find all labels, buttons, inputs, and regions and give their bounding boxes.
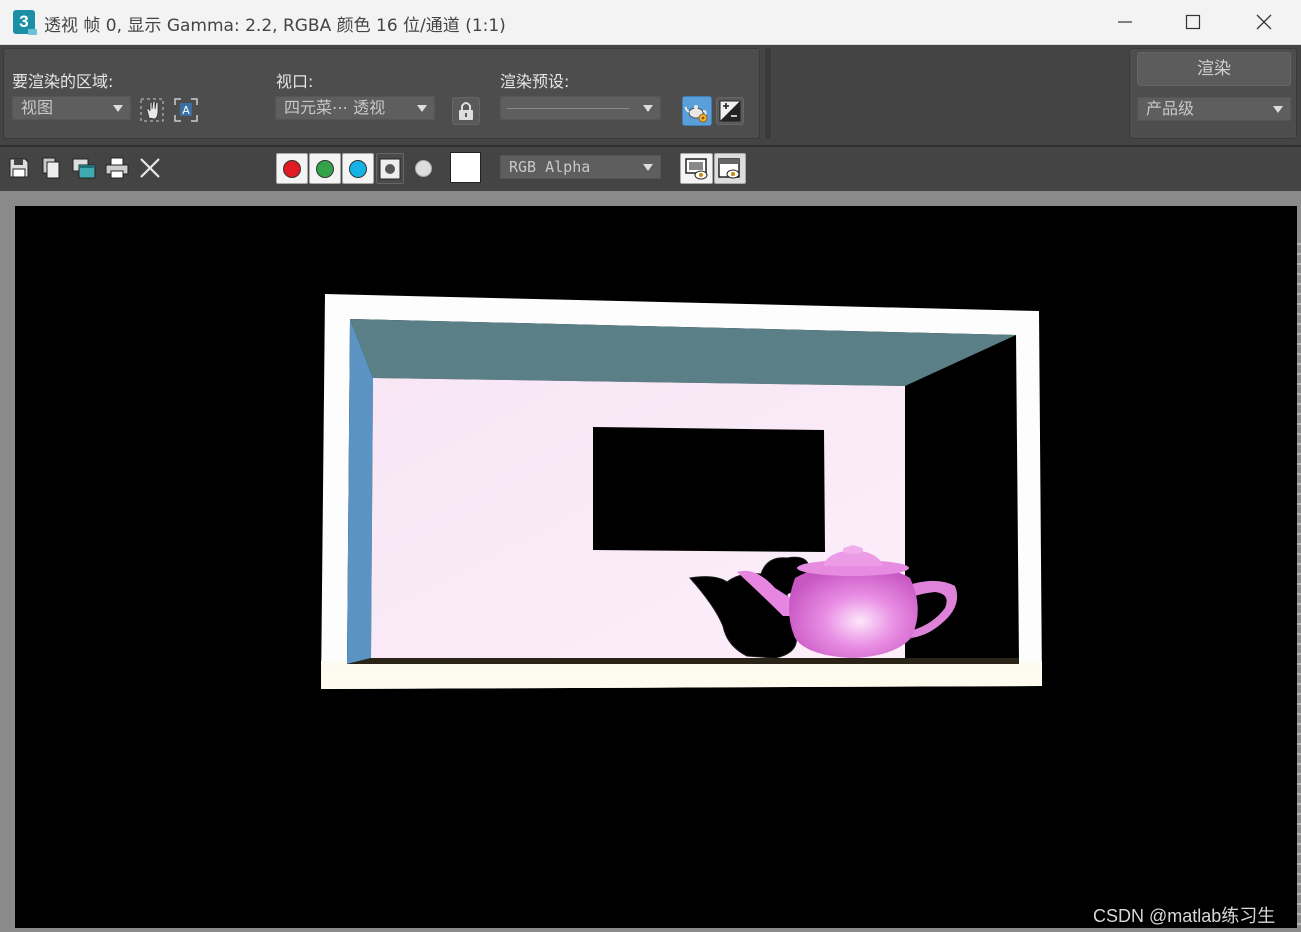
close-window-button[interactable]	[1241, 0, 1287, 44]
viewport-dropdown[interactable]: 四元菜⋯ 透视	[275, 96, 435, 120]
clear-image-button[interactable]	[136, 154, 164, 182]
auto-region-icon: A	[174, 98, 198, 122]
lock-viewport-button[interactable]	[452, 97, 480, 125]
clone-window-icon	[72, 158, 96, 179]
chevron-down-icon	[1273, 106, 1283, 113]
teapot-gear-icon	[684, 105, 708, 123]
window-edge-strip	[1297, 235, 1301, 925]
teapot-body	[789, 566, 918, 658]
svg-text:A: A	[182, 104, 190, 117]
area-to-render-label: 要渲染的区域:	[12, 72, 114, 91]
print-icon	[105, 157, 129, 179]
render-preset-dropdown[interactable]	[500, 96, 661, 120]
render-options-panel	[3, 48, 760, 139]
minimize-icon	[1118, 21, 1132, 23]
render-quality-dropdown[interactable]: 产品级	[1137, 97, 1291, 121]
green-channel-toggle[interactable]	[309, 153, 341, 184]
chevron-down-icon	[113, 105, 123, 112]
monochrome-toggle[interactable]	[408, 153, 438, 184]
green-channel-icon	[316, 159, 334, 178]
maximize-button[interactable]	[1170, 0, 1216, 44]
exposure-icon	[719, 100, 741, 122]
window-title: 透视 帧 0, 显示 Gamma: 2.2, RGBA 颜色 16 位/通道 (…	[44, 16, 506, 36]
close-icon	[1256, 14, 1272, 30]
red-channel-icon	[283, 159, 301, 178]
alpha-channel-icon	[379, 158, 401, 179]
render-setup-button[interactable]	[682, 96, 712, 126]
wall-window-opening	[593, 427, 825, 552]
red-channel-toggle[interactable]	[276, 153, 308, 184]
save-icon	[9, 158, 29, 178]
clone-window-button[interactable]	[70, 154, 98, 182]
render-button[interactable]: 渲染	[1137, 52, 1291, 86]
hand-region-icon	[140, 98, 164, 122]
monochrome-icon	[414, 160, 432, 177]
window-eye-icon	[718, 157, 740, 178]
chevron-down-icon	[417, 105, 427, 112]
copy-image-button[interactable]	[37, 154, 65, 182]
background-color-swatch[interactable]	[450, 152, 481, 183]
chevron-down-icon	[643, 164, 653, 171]
area-to-render-dropdown[interactable]: 视图	[12, 96, 131, 120]
blue-channel-toggle[interactable]	[342, 153, 374, 184]
display-channel-value: RGB Alpha	[509, 158, 591, 176]
area-to-render-value: 视图	[21, 98, 54, 117]
watermark-text: CSDN @matlab练习生	[1093, 906, 1276, 926]
3dsmax-app-icon: 3	[13, 10, 37, 35]
room-left-wall	[347, 319, 373, 664]
render-quality-value: 产品级	[1146, 99, 1195, 118]
panel-divider	[765, 48, 771, 139]
rendered-scene	[321, 294, 1042, 689]
save-image-button[interactable]	[5, 154, 33, 182]
maximize-icon	[1185, 14, 1201, 30]
lock-icon	[459, 102, 473, 120]
render-preset-label: 渲染预设:	[500, 72, 570, 91]
chevron-down-icon	[643, 105, 653, 112]
minimize-button[interactable]	[1102, 0, 1148, 44]
print-image-button[interactable]	[103, 154, 131, 182]
alpha-channel-toggle[interactable]	[376, 153, 404, 184]
toggle-ui-button[interactable]	[714, 153, 746, 184]
viewport-label: 视口:	[276, 72, 314, 91]
display-channel-dropdown[interactable]: RGB Alpha	[500, 155, 661, 179]
copy-icon	[42, 157, 60, 179]
preset-empty-line	[507, 108, 629, 109]
toggle-ui-overlay-button[interactable]	[680, 153, 713, 184]
monitor-eye-icon	[684, 157, 707, 179]
close-icon	[140, 158, 160, 178]
blue-channel-icon	[349, 159, 367, 178]
box-floor-edge	[321, 661, 1042, 689]
viewport-value: 四元菜⋯ 透视	[284, 98, 386, 117]
edit-region-button[interactable]	[137, 96, 167, 124]
render-toolbar	[0, 45, 1301, 145]
rendered-image[interactable]	[15, 206, 1297, 928]
environment-effects-button[interactable]	[716, 97, 744, 125]
auto-region-button[interactable]: A	[171, 96, 201, 124]
title-bar: 3 透视 帧 0, 显示 Gamma: 2.2, RGBA 颜色 16 位/通道…	[0, 0, 1301, 45]
room-floor	[347, 658, 1019, 664]
